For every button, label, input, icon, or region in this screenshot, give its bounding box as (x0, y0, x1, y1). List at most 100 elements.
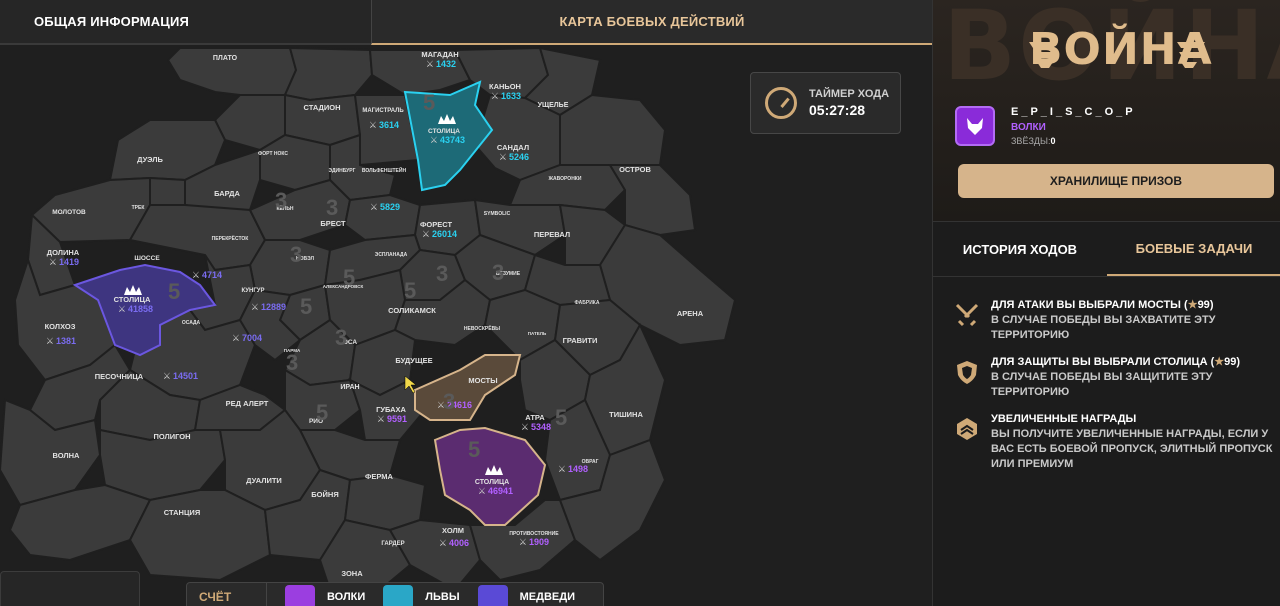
territory-level: 3 (436, 261, 448, 286)
side-panel: ВОЙНА ВОЙНА E_P_I_S_C_O_P ВОЛКИ ЗВЁЗДЫ:0… (932, 0, 1280, 606)
territory-name: ФЕРМА (365, 472, 394, 481)
territory-name: ПЕСОЧНИЦА (95, 372, 144, 381)
battle-map-panel: ОБЩАЯ ИНФОРМАЦИЯ КАРТА БОЕВЫХ ДЕЙСТВИЙ П… (0, 0, 932, 606)
territory-name: ГУБАХА (376, 405, 406, 414)
score-value: 1498 (568, 464, 588, 474)
territory-name: МАГАДАН (421, 50, 458, 59)
swords-icon: ⚔ (118, 304, 126, 314)
faction-bears[interactable]: МЕДВЕДИ (477, 585, 575, 606)
territory-score: ⚔ 5829 (370, 202, 400, 212)
territory-name: ОСАДА (182, 320, 201, 326)
swords-icon: ⚔ (49, 257, 57, 267)
task-attack: ДЛЯ АТАКИ ВЫ ВЫБРАЛИ МОСТЫ (★99) В СЛУЧА… (953, 298, 1278, 343)
task-rewards: УВЕЛИЧЕННЫЕ НАГРАДЫ ВЫ ПОЛУЧИТЕ УВЕЛИЧЕН… (953, 412, 1278, 472)
timer-value: 05:27:28 (809, 102, 866, 118)
territory-name: ЖАВОРОНКИ (548, 176, 582, 182)
territory-level: 3 (492, 260, 504, 285)
swords-icon: ⚔ (192, 270, 200, 280)
swords-icon: ⚔ (370, 202, 378, 212)
war-banner: ВОЙНА ВОЙНА E_P_I_S_C_O_P ВОЛКИ ЗВЁЗДЫ:0… (933, 0, 1280, 222)
territory-name: МОЛОТОВ (52, 209, 86, 216)
faction-lions[interactable]: ЛЬВЫ (383, 585, 460, 606)
territory-name: SYMBOLIC (484, 211, 511, 217)
territory-score: ⚔ 26014 (422, 229, 457, 239)
territory-name: ДУАЛИТИ (246, 476, 282, 485)
prize-storage-button[interactable]: ХРАНИЛИЩЕ ПРИЗОВ (958, 164, 1274, 198)
tab-battle-map[interactable]: КАРТА БОЕВЫХ ДЕЙСТВИЙ (371, 0, 932, 45)
territory-name: ЭДИНБУРГ (329, 168, 356, 174)
territory-score: ⚔ 41858 (118, 304, 153, 314)
territory-name: ПЕРЕВАЛ (534, 230, 570, 239)
territory-name: ТРЕК (132, 205, 146, 211)
tab-move-history[interactable]: ИСТОРИЯ ХОДОВ (933, 222, 1107, 276)
score-value: 4714 (202, 270, 222, 280)
territory-score: ⚔ 14501 (163, 371, 198, 381)
swords-icon: ⚔ (519, 537, 527, 547)
score-value: 1419 (59, 257, 79, 267)
user-faction: ВОЛКИ (1011, 122, 1046, 133)
score-value: 1633 (501, 91, 521, 101)
territory-name: ПОЛИГОН (153, 432, 190, 441)
territory-name: СТАНЦИЯ (164, 508, 200, 517)
territory-level: 3 (275, 188, 287, 213)
territory-name: ВОЛЬФЕНШТЕЙН (362, 166, 407, 174)
score-value: 1432 (436, 59, 456, 69)
territory-name: БАРДА (214, 189, 240, 198)
wolves-capital-territory[interactable] (433, 426, 547, 526)
score-value: 12889 (261, 302, 286, 312)
territory-name: БРЕСТ (320, 219, 346, 228)
territory-name: РЕД АЛЕРТ (226, 399, 269, 408)
score-value: 46941 (488, 486, 513, 496)
wolf-icon (285, 585, 315, 606)
territory-score: ⚔ 4714 (192, 270, 222, 280)
swords-icon: ⚔ (369, 120, 377, 130)
tab-battle-tasks[interactable]: БОЕВЫЕ ЗАДАЧИ (1107, 222, 1280, 276)
territory-name: ЗОНА (341, 569, 363, 578)
faction-wolves[interactable]: ВОЛКИ (285, 585, 365, 606)
faction-name: ВОЛКИ (327, 591, 366, 603)
territory-score: ⚔ 1498 (558, 464, 588, 474)
territory-name: МОСТЫ (468, 376, 497, 385)
territory-score: ⚔ 5246 (499, 152, 529, 162)
territory-name: ТИШИНА (609, 410, 643, 419)
swords-icon: ⚔ (499, 152, 507, 162)
territory-level: 5 (300, 294, 312, 319)
territory-score: ⚔ 43743 (430, 135, 465, 145)
territory-name: СТАДИОН (303, 103, 340, 112)
territory-name: ГРАВИТИ (563, 336, 598, 345)
territory-level: 5 (316, 400, 328, 425)
territory-level: 5 (468, 437, 480, 462)
shield-icon (957, 361, 977, 384)
crossed-swords-icon (955, 303, 979, 327)
map-corner-panel[interactable] (0, 571, 140, 606)
swords-icon: ⚔ (478, 486, 486, 496)
war-logo: ВОЙНА (1029, 22, 1212, 82)
score-bar: СЧЁТ ВОЛКИ ЛЬВЫ МЕДВЕДИ (186, 582, 604, 606)
territory-name: ИРАН (340, 384, 359, 391)
territory-score: ⚔ 1419 (49, 257, 79, 267)
territory-name: БОЙНЯ (311, 490, 338, 499)
score-value: 3614 (379, 120, 399, 130)
territory-name: АТРА (525, 413, 545, 422)
territory-name: СТОЛИЦА (475, 479, 509, 486)
territory-name: КАНЬОН (489, 82, 521, 91)
score-value: 9591 (387, 414, 407, 424)
user-stars: ЗВЁЗДЫ:0 (1011, 136, 1056, 146)
score-value: 1381 (56, 336, 76, 346)
swords-icon: ⚔ (521, 422, 529, 432)
territory-name: ДОЛИНА (47, 248, 80, 257)
battle-tasks-list: ДЛЯ АТАКИ ВЫ ВЫБРАЛИ МОСТЫ (★99) В СЛУЧА… (953, 298, 1278, 484)
territory-score: ⚔ 12889 (251, 302, 286, 312)
swords-icon: ⚔ (491, 91, 499, 101)
task-defense: ДЛЯ ЗАЩИТЫ ВЫ ВЫБРАЛИ СТОЛИЦА (★99) В СЛ… (953, 355, 1278, 400)
territory-score: ⚔ 1432 (426, 59, 456, 69)
territory-score: ⚔ 3614 (369, 120, 399, 130)
territory-name: МАГИСТРАЛЬ (362, 108, 404, 114)
tab-general-info[interactable]: ОБЩАЯ ИНФОРМАЦИЯ (0, 0, 371, 45)
territory-name: СОЛИКАМСК (388, 306, 436, 315)
score-value: 1909 (529, 537, 549, 547)
territory-score: ⚔ 46941 (478, 486, 513, 496)
swords-icon: ⚔ (439, 538, 447, 548)
territory-name: ОСТРОВ (619, 165, 651, 174)
wolf-avatar-icon[interactable] (955, 106, 995, 146)
